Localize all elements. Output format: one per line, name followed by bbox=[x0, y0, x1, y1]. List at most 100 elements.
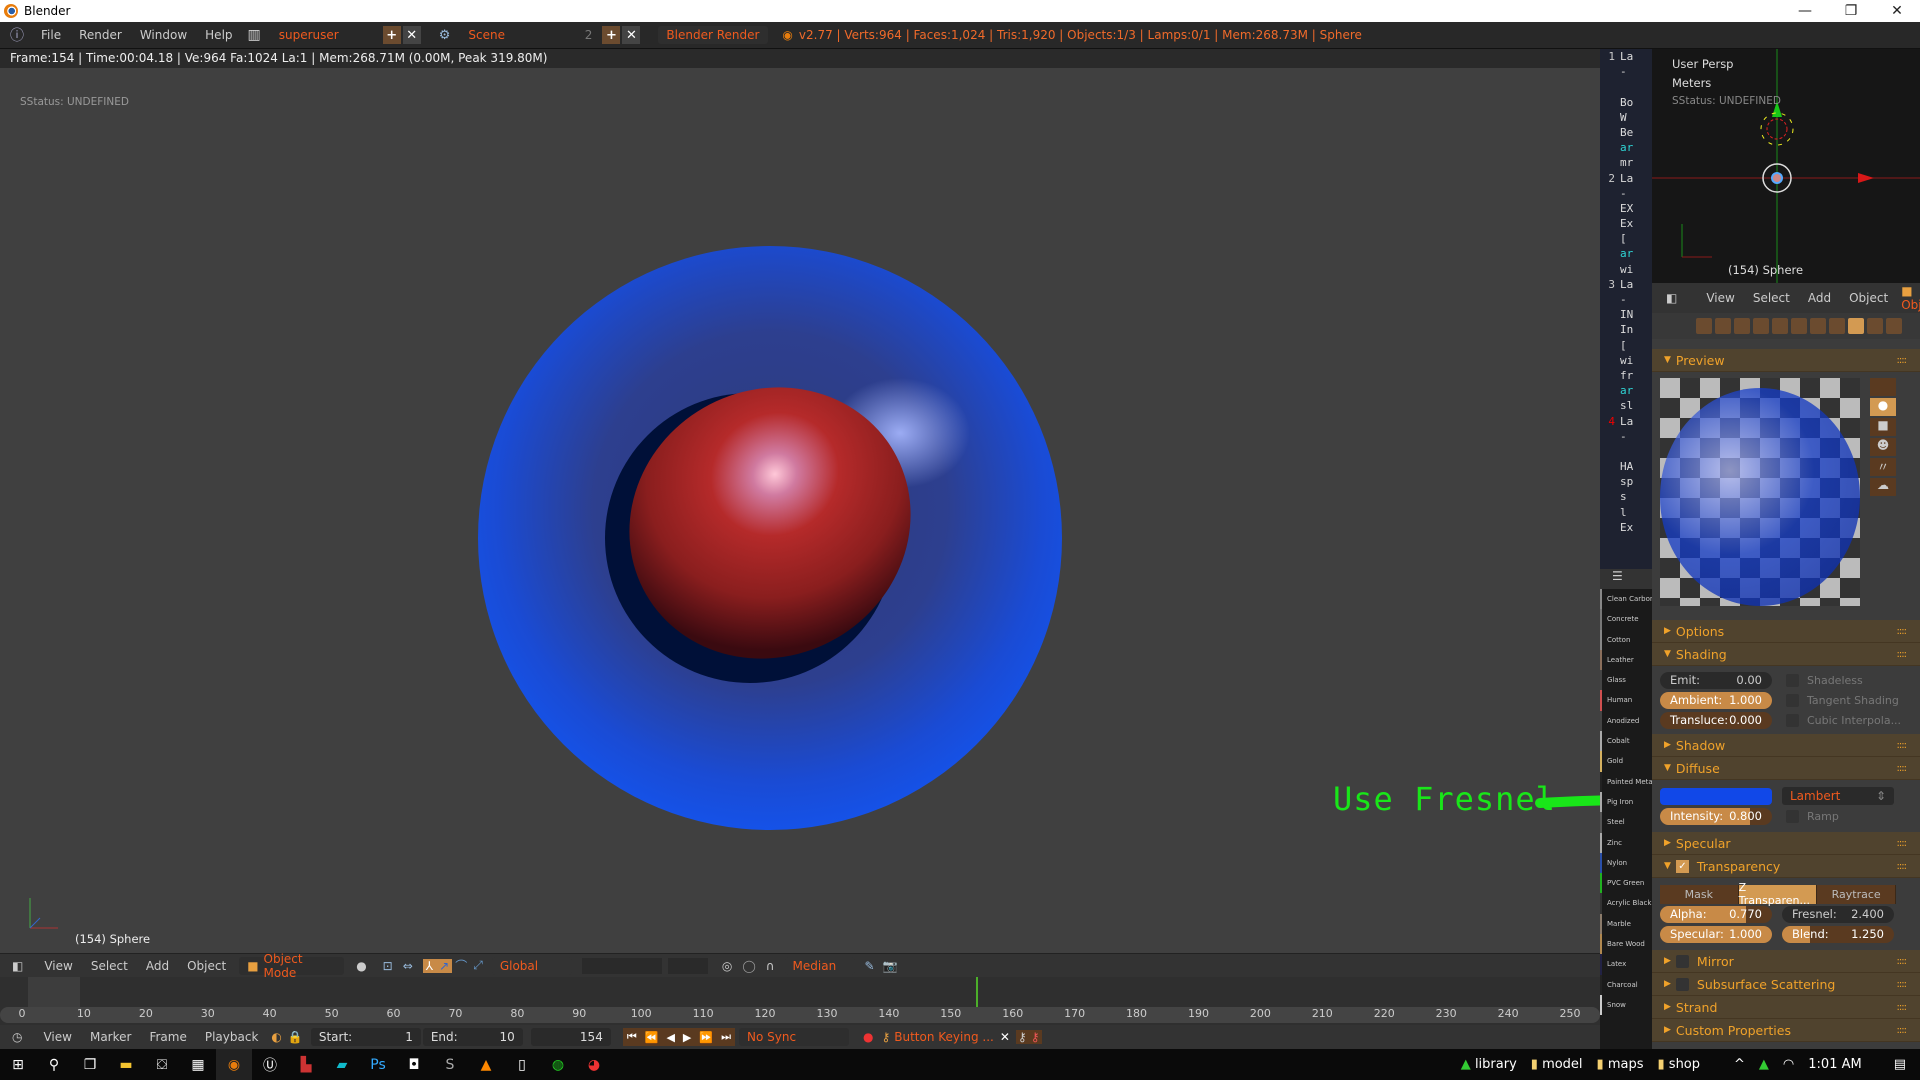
drag-handle-icon[interactable]: :::: bbox=[1897, 1025, 1908, 1036]
task-view-icon[interactable]: ❐ bbox=[72, 1049, 108, 1080]
panel-shading[interactable]: ▼ Shading:::: bbox=[1652, 643, 1920, 666]
menu-render[interactable]: Render bbox=[70, 28, 131, 42]
scene-icon[interactable]: ⚙ bbox=[439, 28, 451, 43]
material-item[interactable]: Pig Iron bbox=[1600, 791, 1652, 813]
tl-menu-playback[interactable]: Playback bbox=[196, 1030, 268, 1044]
material-item[interactable]: Steel bbox=[1600, 812, 1652, 833]
tl-menu-marker[interactable]: Marker bbox=[81, 1030, 140, 1044]
tray-gdrive-icon[interactable]: ▲ bbox=[1759, 1057, 1769, 1072]
panel-transparency[interactable]: ▼ ✓ Transparency:::: bbox=[1652, 855, 1920, 878]
top-viewport[interactable]: User Persp Meters SStatus: UNDEFINED (15… bbox=[1652, 49, 1920, 283]
panel-specular[interactable]: ▶ Specular:::: bbox=[1652, 832, 1920, 855]
properties-editor-icon[interactable]: ◧ bbox=[1666, 291, 1677, 305]
material-item[interactable]: Gold bbox=[1600, 751, 1652, 772]
prop-menu-object[interactable]: Object bbox=[1840, 291, 1897, 305]
ramp-checkbox[interactable] bbox=[1786, 809, 1799, 823]
material-item[interactable]: Glass bbox=[1600, 670, 1652, 691]
material-item[interactable]: Painted Metal bbox=[1600, 771, 1652, 792]
mirror-checkbox[interactable] bbox=[1675, 954, 1689, 968]
timeline[interactable]: 0 10 20 30 40 50 60 70 80 90 100 110 120 130 140 150 160… bbox=[0, 977, 1600, 1025]
prop-menu-view[interactable]: View bbox=[1697, 291, 1743, 305]
diffuse-shader-select[interactable]: Lambert ⇕ bbox=[1782, 787, 1894, 805]
lock-icon[interactable]: 🔒 bbox=[288, 1030, 303, 1044]
material-item[interactable]: Anodized bbox=[1600, 710, 1652, 732]
material-item[interactable]: Human bbox=[1600, 690, 1652, 711]
3d-viewport[interactable] bbox=[0, 68, 1600, 958]
translate-icon[interactable]: ↗ bbox=[436, 958, 453, 973]
material-item[interactable]: Zinc bbox=[1600, 832, 1652, 853]
play-reverse-button[interactable]: ◀ bbox=[662, 1031, 678, 1044]
screen-layout-field[interactable]: superuser bbox=[270, 26, 381, 44]
notepad-icon[interactable]: ▯ bbox=[504, 1049, 540, 1080]
render-engine-select[interactable]: Blender Render bbox=[658, 26, 769, 44]
shadeless-checkbox[interactable] bbox=[1786, 673, 1799, 687]
material-item[interactable]: Bare Wood bbox=[1600, 934, 1652, 955]
play-button[interactable]: ▶ bbox=[679, 1031, 695, 1044]
tl-menu-frame[interactable]: Frame bbox=[140, 1030, 195, 1044]
constraints-tab-icon[interactable] bbox=[1791, 318, 1807, 334]
jump-start-button[interactable]: ⏮ bbox=[623, 1030, 641, 1044]
start-frame-field[interactable]: Start: 1 bbox=[310, 1028, 421, 1046]
ambient-slider[interactable]: Ambient: 1.000 bbox=[1660, 691, 1772, 709]
layers-grid-2[interactable] bbox=[667, 957, 708, 974]
lightroom-icon[interactable]: ▙ bbox=[288, 1049, 324, 1080]
menu-view[interactable]: View bbox=[35, 959, 81, 973]
minimize-button[interactable]: — bbox=[1782, 3, 1828, 19]
material-item[interactable]: Concrete bbox=[1600, 609, 1652, 630]
sync-select[interactable]: No Sync bbox=[738, 1028, 849, 1046]
drag-handle-icon[interactable]: :::: bbox=[1897, 979, 1908, 990]
drag-handle-icon[interactable]: :::: bbox=[1897, 355, 1908, 366]
preview-range-icon[interactable]: ◐ bbox=[271, 1030, 281, 1044]
diffuse-color-swatch[interactable] bbox=[1660, 787, 1772, 805]
screen-layout-icon[interactable]: ▥ bbox=[248, 27, 261, 43]
substance-icon[interactable]: S bbox=[432, 1049, 468, 1080]
info-editor-icon[interactable]: ⓘ bbox=[10, 25, 24, 45]
particles-tab-icon[interactable] bbox=[1886, 318, 1902, 334]
prop-mode-select[interactable]: ■ Object bbox=[1901, 284, 1920, 312]
tray-chevron-icon[interactable]: ^ bbox=[1734, 1057, 1745, 1072]
record-button[interactable]: ● bbox=[863, 1030, 873, 1044]
diffuse-intensity-slider[interactable]: Intensity: 0.800 bbox=[1660, 807, 1772, 825]
insert-key-button[interactable]: ⚷ bbox=[1015, 1030, 1029, 1044]
camera-icon[interactable]: 📷 bbox=[883, 959, 898, 973]
object-tab-icon[interactable] bbox=[1772, 318, 1788, 334]
material-item[interactable]: Clean Carbon bbox=[1600, 589, 1652, 610]
add-screen-button[interactable]: + bbox=[382, 26, 401, 44]
prev-keyframe-button[interactable]: ⏪ bbox=[641, 1031, 663, 1044]
menu-window[interactable]: Window bbox=[131, 28, 196, 42]
drag-handle-icon[interactable]: :::: bbox=[1897, 1002, 1908, 1013]
lock-camera-icon[interactable]: ◎ bbox=[722, 959, 732, 973]
vlc-icon[interactable]: ▲ bbox=[468, 1049, 504, 1080]
texture-tab-icon[interactable] bbox=[1867, 318, 1883, 334]
menu-help[interactable]: Help bbox=[196, 28, 241, 42]
snap-icon[interactable]: ∩ bbox=[766, 959, 775, 973]
panel-shadow[interactable]: ▶ Shadow:::: bbox=[1652, 734, 1920, 757]
material-tab-icon[interactable] bbox=[1848, 318, 1864, 334]
drag-handle-icon[interactable]: :::: bbox=[1897, 740, 1908, 751]
tangent-shading-checkbox[interactable] bbox=[1786, 693, 1799, 707]
drag-handle-icon[interactable]: :::: bbox=[1897, 838, 1908, 849]
preview-sky-button[interactable]: ☁ bbox=[1870, 478, 1896, 496]
panel-sss[interactable]: ▶ Subsurface Scattering:::: bbox=[1652, 973, 1920, 996]
wifi-icon[interactable]: ◠ bbox=[1783, 1057, 1794, 1072]
emit-field[interactable]: Emit: 0.00 bbox=[1660, 671, 1772, 689]
shading-icon[interactable]: ● bbox=[356, 959, 366, 973]
editor-type-icon[interactable]: ◧ bbox=[12, 959, 23, 973]
menu-file[interactable]: File bbox=[32, 28, 70, 42]
mode-mask-button[interactable]: Mask bbox=[1660, 884, 1739, 904]
drag-handle-icon[interactable]: :::: bbox=[1897, 763, 1908, 774]
text-editor[interactable]: 1 La - Bo W Be ar mr 2 La - EX Ex [ar wi 3 La - IN In … bbox=[1600, 49, 1652, 569]
layers-grid[interactable] bbox=[581, 957, 662, 974]
material-item[interactable]: Snow bbox=[1600, 994, 1652, 1016]
preview-monkey-button[interactable]: ☻ bbox=[1870, 438, 1896, 456]
drag-handle-icon[interactable]: :::: bbox=[1897, 649, 1908, 660]
chrome-icon[interactable]: ◕ bbox=[576, 1049, 612, 1080]
notifications-icon[interactable]: ▤ bbox=[1894, 1057, 1906, 1072]
data-tab-icon[interactable] bbox=[1829, 318, 1845, 334]
unreal-icon[interactable]: Ⓤ bbox=[252, 1049, 288, 1080]
search-icon[interactable]: ⚲ bbox=[36, 1049, 72, 1080]
material-item[interactable]: Leather bbox=[1600, 649, 1652, 671]
delete-screen-button[interactable]: ✕ bbox=[402, 26, 421, 44]
drag-handle-icon[interactable]: :::: bbox=[1897, 861, 1908, 872]
text-editor-icon[interactable]: ☰ bbox=[1612, 569, 1623, 583]
